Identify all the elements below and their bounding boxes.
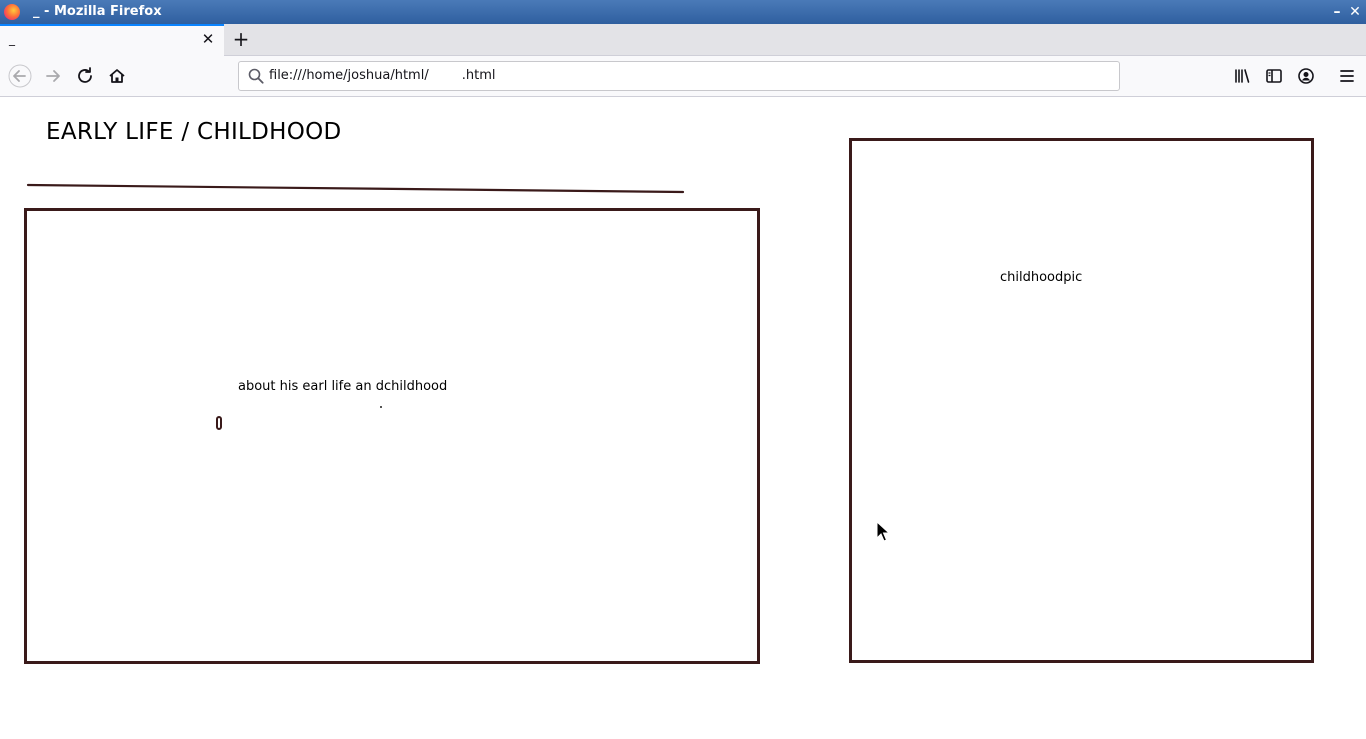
page-heading: EARLY LIFE / CHILDHOOD	[46, 119, 342, 145]
text-caret	[216, 416, 222, 430]
reload-icon[interactable]	[73, 64, 97, 88]
close-tab-icon[interactable]: ✕	[200, 31, 216, 47]
window-titlebar: _ - Mozilla Firefox – ✕	[0, 0, 1366, 24]
url-bar[interactable]: file:///home/joshua/html/ .html	[238, 61, 1120, 91]
heading-underline	[26, 183, 685, 194]
mouse-pointer-icon	[876, 521, 890, 542]
search-icon	[247, 67, 265, 85]
back-icon[interactable]	[8, 64, 32, 88]
library-icon[interactable]	[1230, 64, 1254, 88]
tab-label: _	[9, 32, 15, 46]
stray-dot	[380, 406, 382, 408]
forward-icon[interactable]	[41, 64, 65, 88]
url-text[interactable]: file:///home/joshua/html/ .html	[269, 68, 496, 83]
home-icon[interactable]	[105, 64, 129, 88]
navigation-toolbar: file:///home/joshua/html/ .html	[0, 56, 1366, 97]
firefox-logo-icon	[4, 4, 20, 20]
picture-placeholder-text: childhoodpic	[1000, 270, 1083, 285]
new-tab-button[interactable]: +	[230, 27, 252, 51]
childhood-picture-box: childhoodpic	[849, 138, 1314, 663]
early-life-text-box: about his earl life an dchildhood	[24, 208, 760, 664]
tab-active[interactable]: _ ✕	[0, 24, 224, 56]
page-content: EARLY LIFE / CHILDHOOD about his earl li…	[0, 97, 1366, 739]
close-window-button[interactable]: ✕	[1346, 3, 1364, 21]
window-title: _ - Mozilla Firefox	[33, 4, 162, 19]
minimize-button[interactable]: –	[1328, 3, 1346, 21]
tab-strip: _ ✕ +	[0, 24, 1366, 56]
about-text: about his earl life an dchildhood	[238, 379, 448, 394]
account-icon[interactable]	[1294, 64, 1318, 88]
menu-icon[interactable]	[1335, 64, 1359, 88]
sidebar-icon[interactable]	[1262, 64, 1286, 88]
